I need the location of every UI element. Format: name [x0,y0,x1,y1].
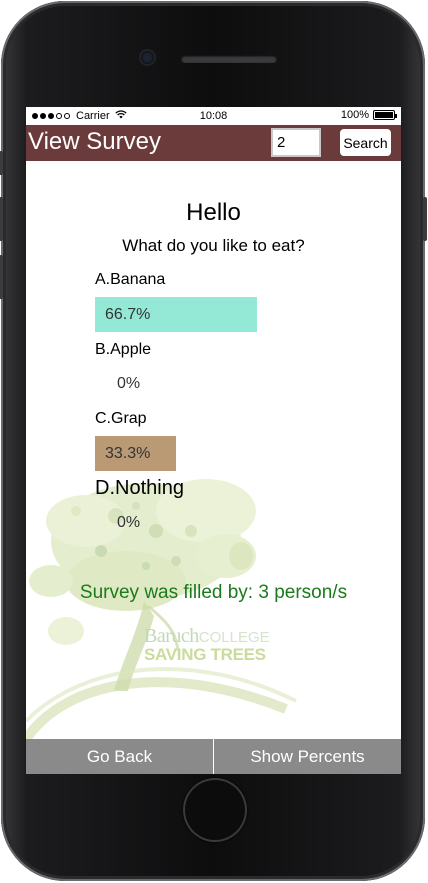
option-percent-bar: 0% [117,375,141,392]
search-button[interactable]: Search [340,129,391,156]
volume-down-button [0,255,3,299]
respondent-count: Survey was filled by: 3 person/s [79,582,348,603]
option-percent-bar: 0% [117,514,141,531]
option-label: D.Nothing [95,477,184,499]
app-screen: Carrier 10:08 100% View Survey Search [26,107,401,774]
survey-id-input[interactable] [271,128,321,157]
logo-college: COLLEGE [198,629,270,646]
survey-content: BaruchCOLLEGE SAVING TREES Hello What do… [26,161,401,739]
volume-up-button [0,197,3,241]
show-percents-button[interactable]: Show Percents [213,739,401,774]
logo-tagline: SAVING TREES [144,645,266,664]
front-camera [141,51,154,64]
option-label: C.Grap [95,410,147,427]
survey-question: What do you like to eat? [122,236,305,255]
power-button [423,197,427,241]
status-bar: Carrier 10:08 100% [26,107,401,125]
go-back-button[interactable]: Go Back [26,739,213,774]
battery-icon [373,110,397,120]
option-percent-bar: 33.3% [95,436,176,471]
baruch-logo: BaruchCOLLEGE SAVING TREES [144,625,270,665]
earpiece-speaker [181,55,277,63]
option-label: A.Banana [95,271,166,288]
option-percent-bar: 66.7% [95,297,257,332]
bottom-toolbar: Go Back Show Percents [26,739,401,774]
logo-name: Baruch [144,625,199,647]
page-title: View Survey [28,128,161,155]
mute-switch [0,151,3,175]
battery-indicator: 100% [340,109,397,121]
battery-percent: 100% [340,109,369,121]
survey-title: Hello [186,199,241,226]
home-button[interactable] [183,778,247,842]
option-label: B.Apple [95,341,152,358]
navigation-bar: View Survey Search [26,125,401,161]
